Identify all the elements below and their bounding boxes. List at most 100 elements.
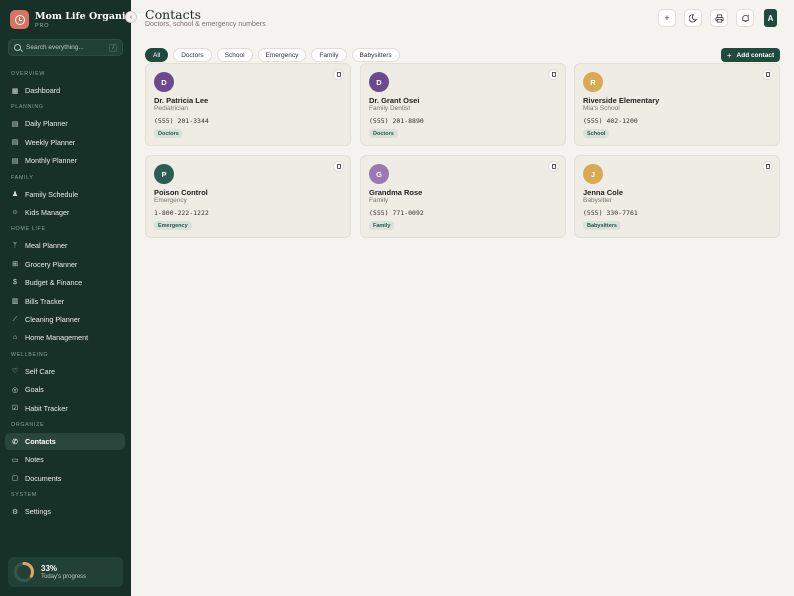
contact-name: Dr. Grant Osei <box>369 96 420 105</box>
chevron-left-icon: ‹ <box>129 13 133 21</box>
nav-section-label: SYSTEM <box>11 492 37 499</box>
sidebar-item-weekly-planner[interactable]: ▤ Weekly Planner <box>5 134 125 151</box>
contact-card[interactable]: G Grandma Rose Family (555) 771-0092 Fam… <box>360 155 566 238</box>
sidebar-item-label: Self Care <box>25 366 55 376</box>
sidebar-item-home-management[interactable]: ⌂ Home Management <box>5 329 125 346</box>
sidebar-item-label: Documents <box>25 473 62 483</box>
contact-tag: School <box>583 129 610 138</box>
search-input[interactable]: Search everything... / <box>8 39 123 56</box>
sidebar-item-contacts[interactable]: ✆ Contacts <box>5 433 125 450</box>
printer-icon <box>714 13 724 23</box>
sidebar-item-documents[interactable]: ▢ Documents <box>5 470 125 487</box>
sidebar-item-label: Kids Manager <box>25 208 70 217</box>
wallet-icon: $ <box>13 279 17 287</box>
brand[interactable]: Mom Life Organizer PRO <box>10 10 142 29</box>
sidebar-item-grocery-planner[interactable]: ⊞ Grocery Planner <box>5 256 125 273</box>
search-placeholder: Search everything... <box>26 44 84 51</box>
filter-chip-babysitters[interactable]: Babysitters <box>351 48 400 62</box>
calendar-icon: ▤ <box>11 139 19 147</box>
contact-tag: Doctors <box>154 129 183 138</box>
sidebar-item-monthly-planner[interactable]: ▤ Monthly Planner <box>5 152 125 169</box>
sidebar-item-label: Family Schedule <box>25 189 79 199</box>
contact-card[interactable]: R Riverside Elementary Mia's School (555… <box>574 63 780 146</box>
delete-contact-button[interactable] <box>333 69 344 80</box>
utensils-icon: ᛘ <box>12 242 18 250</box>
contact-card[interactable]: D Dr. Grant Osei Family Dentist (555) 20… <box>360 63 566 146</box>
sidebar-item-budget-finance[interactable]: $ Budget & Finance <box>5 274 125 291</box>
sidebar-item-bills-tracker[interactable]: ▥ Bills Tracker <box>5 293 125 310</box>
contact-phone[interactable]: (555) 771-0092 <box>369 209 424 217</box>
sidebar-item-label: Dashboard <box>25 86 61 95</box>
contact-phone[interactable]: (555) 201-8890 <box>369 117 424 125</box>
folder-icon: ▢ <box>11 475 19 483</box>
sidebar-item-meal-planner[interactable]: ᛘ Meal Planner <box>5 237 125 254</box>
delete-contact-button[interactable] <box>548 69 559 80</box>
plus-icon: + <box>664 13 670 23</box>
app-tier: PRO <box>35 22 50 29</box>
filter-chip-all[interactable]: All <box>145 48 169 62</box>
sidebar-item-cleaning-planner[interactable]: ⟋ Cleaning Planner <box>5 311 125 328</box>
contact-card[interactable]: D Dr. Patricia Lee Pediatrician (555) 20… <box>145 63 351 146</box>
notifications-button[interactable] <box>736 9 754 27</box>
progress-text: 33% Today's progress <box>41 564 86 580</box>
user-avatar[interactable]: A <box>764 9 777 27</box>
delete-contact-button[interactable] <box>762 69 773 80</box>
contact-role: Emergency <box>154 197 187 204</box>
sidebar-item-kids-manager[interactable]: ☺ Kids Manager <box>5 204 125 221</box>
grid-icon: ▦ <box>11 87 19 95</box>
sidebar-item-dashboard[interactable]: ▦ Dashboard <box>5 82 125 99</box>
top-actions: + <box>658 9 762 27</box>
sidebar-item-label: Daily Planner <box>25 119 68 129</box>
calendar-icon: ▤ <box>11 157 19 165</box>
trash-icon <box>551 72 556 77</box>
contact-tag: Doctors <box>369 129 398 138</box>
delete-contact-button[interactable] <box>333 161 344 172</box>
sidebar-item-label: Bills Tracker <box>25 296 65 306</box>
sidebar-item-family-schedule[interactable]: ♟ Family Schedule <box>5 186 125 203</box>
gear-icon: ⚙ <box>11 508 19 516</box>
sidebar-item-label: Notes <box>25 455 44 465</box>
contact-name: Jenna Cole <box>583 188 624 197</box>
smile-icon: ☺ <box>11 209 19 216</box>
sidebar-item-self-care[interactable]: ♡ Self Care <box>5 363 125 380</box>
filter-chip-school[interactable]: School <box>216 48 253 62</box>
delete-contact-button[interactable] <box>762 161 773 172</box>
print-button[interactable] <box>710 9 728 27</box>
sidebar-item-label: Contacts <box>25 437 56 446</box>
contact-phone[interactable]: (555) 402-1200 <box>583 117 638 125</box>
delete-contact-button[interactable] <box>548 161 559 172</box>
contact-role: Mia's School <box>583 105 620 112</box>
add-contact-button[interactable]: + Add contact <box>721 48 780 62</box>
dark-mode-button[interactable] <box>684 9 702 27</box>
sidebar-item-notes[interactable]: ▭ Notes <box>5 451 125 468</box>
sidebar-item-label: Budget & Finance <box>25 278 83 288</box>
quick-add-button[interactable]: + <box>658 9 676 27</box>
sidebar-item-habit-tracker[interactable]: ☑ Habit Tracker <box>5 400 125 417</box>
home-icon: ⌂ <box>12 334 18 342</box>
filter-chip-doctors[interactable]: Doctors <box>173 48 212 62</box>
filter-chip-family[interactable]: Family <box>311 48 347 62</box>
sidebar-item-goals[interactable]: ◎ Goals <box>5 381 125 398</box>
contact-name: Poison Control <box>154 188 208 197</box>
contact-phone[interactable]: (555) 201-3344 <box>154 117 209 125</box>
sidebar-item-label: Home Management <box>25 333 89 343</box>
trash-icon <box>551 164 556 169</box>
moon-icon <box>688 13 697 22</box>
sidebar-item-daily-planner[interactable]: ▤ Daily Planner <box>5 115 125 132</box>
contact-role: Pediatrician <box>154 105 188 112</box>
contact-name: Grandma Rose <box>369 188 423 197</box>
progress-ring <box>14 562 34 582</box>
contact-phone[interactable]: (555) 330-7761 <box>583 209 638 217</box>
collapse-sidebar-button[interactable]: ‹ <box>125 11 137 23</box>
contact-avatar: G <box>369 164 389 184</box>
progress-percent: 33% <box>41 564 58 573</box>
nav-section-label: ORGANIZE <box>11 422 45 428</box>
users-icon: ♟ <box>11 191 19 199</box>
filter-chip-emergency[interactable]: Emergency <box>257 48 307 62</box>
filter-chips: All Doctors School Emergency Family Babysitte… <box>145 48 405 62</box>
add-contact-label: Add contact <box>736 51 775 59</box>
sidebar-item-settings[interactable]: ⚙ Settings <box>5 503 125 520</box>
contact-card[interactable]: J Jenna Cole Babysitter (555) 330-7761 B… <box>574 155 780 238</box>
contact-card[interactable]: P Poison Control Emergency 1-800-222-122… <box>145 155 351 238</box>
contact-phone[interactable]: 1-800-222-1222 <box>154 209 209 217</box>
